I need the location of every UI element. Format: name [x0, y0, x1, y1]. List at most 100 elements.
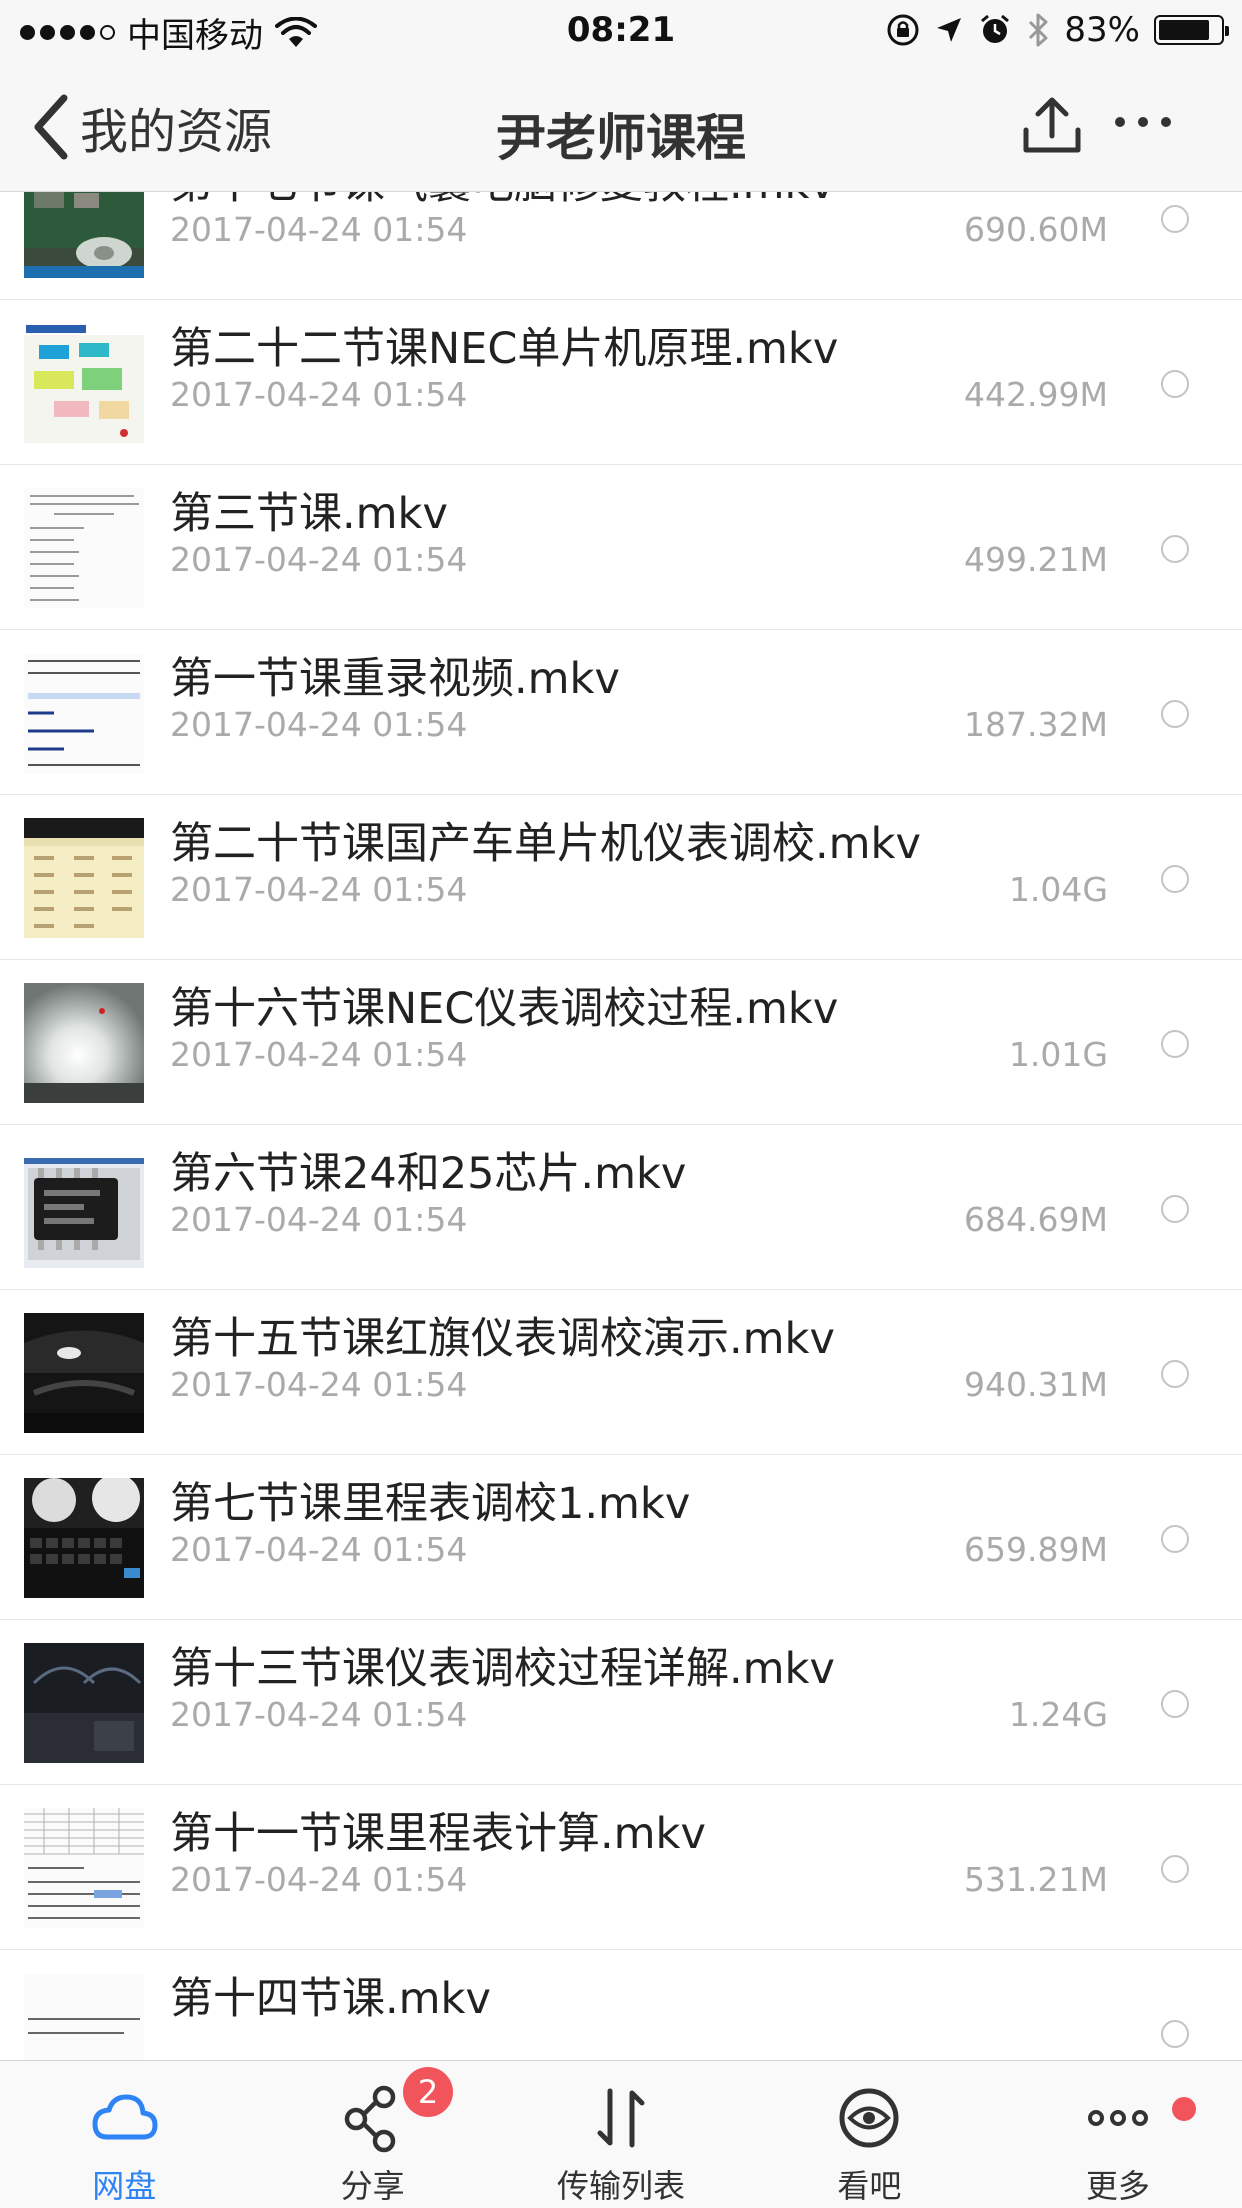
file-name: 第三节课.mkv [170, 489, 448, 539]
file-row[interactable]: 第一节课重录视频.mkv 2017-04-24 01:54 187.32M [0, 630, 1242, 795]
file-size: 1.04G [1008, 870, 1108, 909]
tab-more[interactable]: 更多 [994, 2061, 1242, 2208]
file-size: 690.60M [964, 210, 1108, 249]
file-date: 2017-04-24 01:54 [170, 1365, 468, 1404]
location-icon [937, 18, 962, 42]
select-checkbox[interactable] [1161, 2020, 1189, 2048]
video-thumbnail [24, 983, 144, 1103]
file-name: 第十一节课里程表计算.mkv [170, 1809, 706, 1859]
alarm-icon [981, 14, 1010, 43]
file-name: 第七节课里程表调校1.mkv [170, 1479, 691, 1529]
file-name: 第六节课24和25芯片.mkv [170, 1149, 687, 1199]
cloud-icon [92, 2094, 158, 2140]
battery-fill [1159, 20, 1209, 40]
file-date: 2017-04-24 01:54 [170, 1530, 468, 1569]
file-date: 2017-04-24 01:54 [170, 210, 468, 249]
file-name: 第十六节课NEC仪表调校过程.mkv [170, 984, 839, 1034]
more-options-button[interactable] [1115, 117, 1171, 127]
select-checkbox[interactable] [1161, 1855, 1189, 1883]
tab-transfer-list[interactable]: 传输列表 [497, 2061, 745, 2208]
file-name: 第二十节课国产车单片机仪表调校.mkv [170, 819, 921, 869]
file-date: 2017-04-24 01:54 [170, 1860, 468, 1899]
file-list[interactable]: 第十七节课气囊电脑修复教程.mkv 2017-04-24 01:54 690.6… [0, 192, 1242, 2060]
tab-netdisk[interactable]: 网盘 [0, 2061, 248, 2208]
file-date: 2017-04-24 01:54 [170, 375, 468, 414]
file-name: 第十四节课.mkv [170, 1974, 491, 2024]
file-row[interactable]: 第三节课.mkv 2017-04-24 01:54 499.21M [0, 465, 1242, 630]
tab-label: 传输列表 [557, 2167, 686, 2205]
video-thumbnail [24, 1148, 144, 1268]
file-row[interactable]: 第二十二节课NEC单片机原理.mkv 2017-04-24 01:54 442.… [0, 300, 1242, 465]
video-thumbnail [24, 1643, 144, 1763]
transfer-icon [597, 2088, 645, 2148]
video-thumbnail [24, 1313, 144, 1433]
file-name: 第二十二节课NEC单片机原理.mkv [170, 324, 839, 374]
tab-label: 更多 [1085, 2167, 1150, 2205]
file-row[interactable]: 第七节课里程表调校1.mkv 2017-04-24 01:54 659.89M [0, 1455, 1242, 1620]
battery-icon [1154, 15, 1229, 45]
file-name: 第十三节课仪表调校过程详解.mkv [170, 1644, 835, 1694]
tab-share[interactable]: 分享 [248, 2061, 496, 2208]
video-thumbnail [24, 488, 144, 608]
file-date: 2017-04-24 01:54 [170, 1035, 468, 1074]
video-thumbnail [24, 1478, 144, 1598]
file-row[interactable]: 第十七节课气囊电脑修复教程.mkv 2017-04-24 01:54 690.6… [0, 192, 1242, 300]
video-thumbnail [24, 192, 144, 278]
file-row[interactable]: 第十一节课里程表计算.mkv 2017-04-24 01:54 531.21M [0, 1785, 1242, 1950]
file-name: 第十五节课红旗仪表调校演示.mkv [170, 1314, 835, 1364]
select-checkbox[interactable] [1161, 370, 1189, 398]
tab-label: 网盘 [92, 2167, 157, 2205]
select-checkbox[interactable] [1161, 865, 1189, 893]
dot-icon [1115, 117, 1125, 127]
back-button[interactable]: 我的资源 [30, 92, 272, 162]
app-root: 中国移动 08:21 83% 我的资源 尹老师课程 2017-04-24 01:… [0, 0, 1242, 2208]
select-checkbox[interactable] [1161, 1030, 1189, 1058]
bluetooth-icon [1029, 13, 1048, 47]
upload-icon[interactable] [1020, 92, 1084, 156]
file-name: 第十七节课气囊电脑修复教程.mkv [170, 192, 835, 211]
tab-watch[interactable]: 看吧 [745, 2061, 993, 2208]
file-row[interactable]: 第十五节课红旗仪表调校演示.mkv 2017-04-24 01:54 940.3… [0, 1290, 1242, 1455]
more-icon [1087, 2110, 1148, 2126]
eye-icon [839, 2088, 899, 2148]
rotation-lock-icon [887, 14, 919, 46]
file-row[interactable]: 第十六节课NEC仪表调校过程.mkv 2017-04-24 01:54 1.01… [0, 960, 1242, 1125]
file-date: 2017-04-24 01:54 [170, 1695, 468, 1734]
battery-percent: 83% [1064, 10, 1140, 50]
file-size: 1.24G [1008, 1695, 1108, 1734]
file-row[interactable]: 第六节课24和25芯片.mkv 2017-04-24 01:54 684.69M [0, 1125, 1242, 1290]
video-thumbnail [24, 323, 144, 443]
file-date: 2017-04-24 01:54 [170, 1200, 468, 1239]
file-size: 659.89M [964, 1530, 1108, 1569]
video-thumbnail [24, 1808, 144, 1928]
file-size: 940.31M [964, 1365, 1108, 1404]
file-size: 531.21M [964, 1860, 1108, 1899]
select-checkbox[interactable] [1161, 700, 1189, 728]
select-checkbox[interactable] [1161, 1195, 1189, 1223]
video-thumbnail [24, 653, 144, 773]
file-date: 2017-04-24 01:54 [170, 870, 468, 909]
file-date: 2017-04-24 01:54 [170, 705, 468, 744]
select-checkbox[interactable] [1161, 535, 1189, 563]
back-label: 我的资源 [80, 104, 273, 160]
file-size: 684.69M [964, 1200, 1108, 1239]
navigation-bar: 我的资源 尹老师课程 [0, 62, 1242, 192]
file-name: 第一节课重录视频.mkv [170, 654, 620, 704]
status-bar: 中国移动 08:21 83% [0, 0, 1242, 62]
file-row[interactable]: 第十四节课.mkv [0, 1950, 1242, 2060]
notification-dot [1172, 2097, 1196, 2121]
share-icon [344, 2085, 395, 2153]
file-row[interactable]: 第二十节课国产车单片机仪表调校.mkv 2017-04-24 01:54 1.0… [0, 795, 1242, 960]
tab-label: 分享 [340, 2167, 405, 2205]
file-row[interactable]: 第十三节课仪表调校过程详解.mkv 2017-04-24 01:54 1.24G [0, 1620, 1242, 1785]
video-thumbnail [24, 818, 144, 938]
tab-label: 看吧 [837, 2167, 902, 2205]
select-checkbox[interactable] [1161, 1690, 1189, 1718]
file-size: 1.01G [1008, 1035, 1108, 1074]
select-checkbox[interactable] [1161, 205, 1189, 233]
select-checkbox[interactable] [1161, 1360, 1189, 1388]
share-badge: 2 [403, 2067, 453, 2117]
file-size: 499.21M [964, 540, 1108, 579]
file-size: 442.99M [964, 375, 1108, 414]
select-checkbox[interactable] [1161, 1525, 1189, 1553]
